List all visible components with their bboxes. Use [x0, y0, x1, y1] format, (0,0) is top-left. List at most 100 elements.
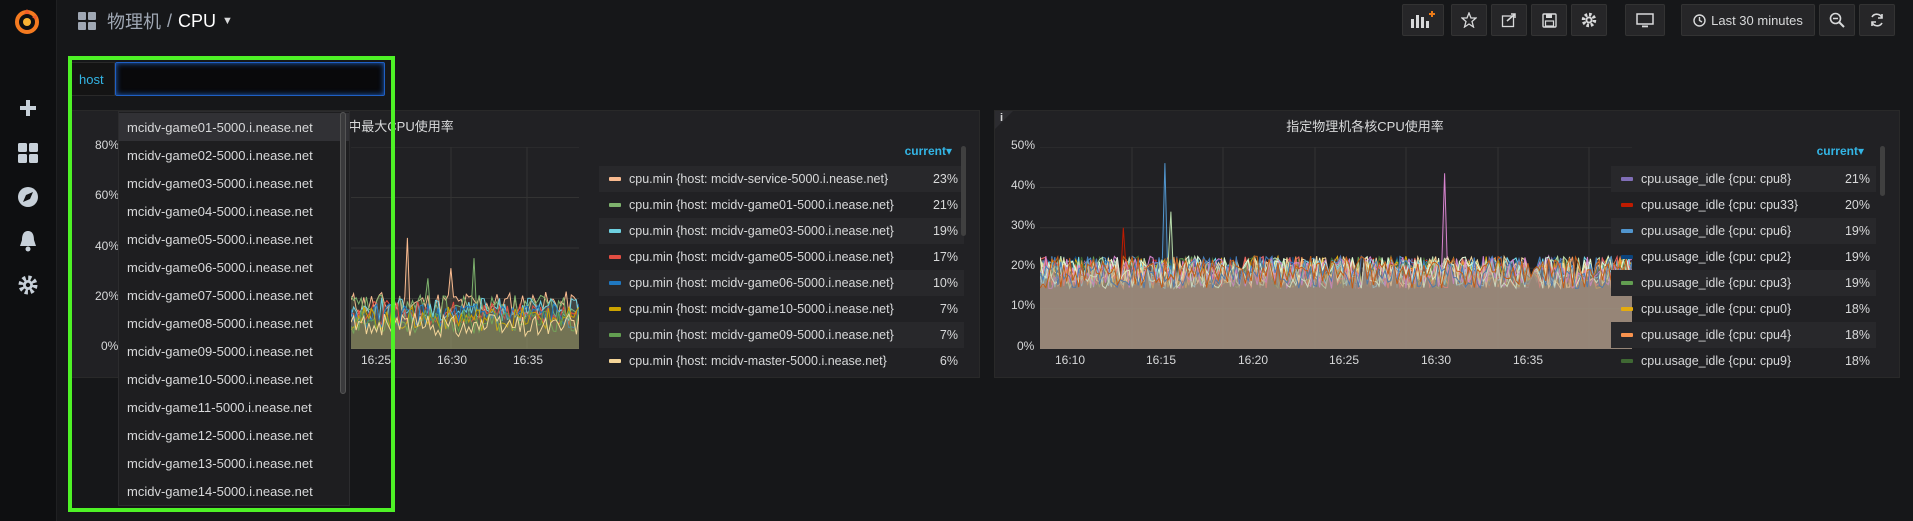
- settings-button[interactable]: [1571, 4, 1607, 36]
- legend-series[interactable]: cpu.usage_idle {cpu: cpu0} 18%: [1611, 296, 1876, 322]
- series-color-swatch[interactable]: [1621, 203, 1633, 207]
- series-current-value: 21%: [932, 198, 958, 212]
- series-name: cpu.usage_idle {cpu: cpu6}: [1641, 224, 1792, 238]
- legend-scrollbar[interactable]: [961, 146, 966, 236]
- series-current-value: 19%: [1844, 250, 1870, 264]
- legend-current-header[interactable]: current▾: [1611, 144, 1876, 166]
- bell-alert-icon[interactable]: [14, 227, 42, 255]
- series-current-value: 19%: [1844, 224, 1870, 238]
- series-current-value: 18%: [1844, 328, 1870, 342]
- series-color-swatch[interactable]: [609, 177, 621, 181]
- series-color-swatch[interactable]: [609, 255, 621, 259]
- panel-cpu-per-core: i 指定物理机各核CPU使用率 50% 40% 30% 20% 10% 0% 1…: [994, 110, 1900, 378]
- series-current-value: 18%: [1844, 354, 1870, 368]
- chevron-down-icon[interactable]: ▼: [222, 15, 233, 27]
- zoom-out-button[interactable]: [1819, 4, 1855, 36]
- series-name: cpu.min {host: mcidv-master-5000.i.nease…: [629, 354, 887, 368]
- series-name: cpu.min {host: mcidv-game09-5000.i.nease…: [629, 328, 894, 342]
- legend-series[interactable]: cpu.min {host: mcidv-game03-5000.i.nease…: [599, 218, 964, 244]
- add-panel-icon: [1411, 11, 1435, 28]
- series-current-value: 18%: [1844, 302, 1870, 316]
- save-icon: [1541, 12, 1557, 28]
- series-color-swatch[interactable]: [1621, 307, 1633, 311]
- series-current-value: 6%: [939, 354, 958, 368]
- series-current-value: 7%: [939, 328, 958, 342]
- series-current-value: 19%: [1844, 276, 1870, 290]
- legend-series[interactable]: cpu.usage_idle {cpu: cpu3} 19%: [1611, 270, 1876, 296]
- legend-series[interactable]: cpu.min {host: mcidv-game09-5000.i.nease…: [599, 322, 964, 348]
- sidebar: [0, 0, 57, 521]
- legend-series[interactable]: cpu.min {host: mcidv-game10-5000.i.nease…: [599, 296, 964, 322]
- series-name: cpu.usage_idle {cpu: cpu4}: [1641, 328, 1792, 342]
- series-current-value: 21%: [1844, 172, 1870, 186]
- legend-series[interactable]: cpu.usage_idle {cpu: cpu8} 21%: [1611, 166, 1876, 192]
- refresh-button[interactable]: [1859, 4, 1895, 36]
- series-color-swatch[interactable]: [1621, 281, 1633, 285]
- dashboards-icon[interactable]: [14, 139, 42, 167]
- legend-series[interactable]: cpu.min {host: mcidv-game05-5000.i.nease…: [599, 244, 964, 270]
- legend-current-header[interactable]: current▾: [599, 144, 964, 166]
- series-color-swatch[interactable]: [1621, 229, 1633, 233]
- series-color-swatch[interactable]: [609, 229, 621, 233]
- x-tick: 16:15: [1146, 353, 1177, 367]
- monitor-icon: [1636, 12, 1654, 27]
- y-tick: 40%: [1011, 178, 1036, 192]
- series-name: cpu.min {host: mcidv-game01-5000.i.nease…: [629, 198, 894, 212]
- share-button[interactable]: [1491, 4, 1527, 36]
- x-tick: 16:35: [1513, 353, 1544, 367]
- star-icon: [1461, 12, 1477, 28]
- legend-series[interactable]: cpu.min {host: mcidv-game06-5000.i.nease…: [599, 270, 964, 296]
- y-tick: 50%: [1011, 138, 1036, 152]
- grafana-logo-icon[interactable]: [12, 6, 42, 36]
- legend-series[interactable]: cpu.min {host: mcidv-service-5000.i.neas…: [599, 166, 964, 192]
- breadcrumb-separator: /: [167, 10, 173, 31]
- refresh-icon: [1871, 13, 1883, 27]
- breadcrumb-folder[interactable]: 物理机: [107, 8, 161, 34]
- graph-legend: current▾ cpu.usage_idle {cpu: cpu8} 21% cp…: [1611, 144, 1876, 374]
- legend-series[interactable]: cpu.usage_idle {cpu: cpu4} 18%: [1611, 322, 1876, 348]
- series-color-swatch[interactable]: [609, 203, 621, 207]
- series-name: cpu.usage_idle {cpu: cpu9}: [1641, 354, 1792, 368]
- series-color-swatch[interactable]: [609, 281, 621, 285]
- share-icon: [1501, 13, 1516, 28]
- explore-compass-icon[interactable]: [14, 183, 42, 211]
- series-name: cpu.min {host: mcidv-game10-5000.i.nease…: [629, 302, 894, 316]
- series-color-swatch[interactable]: [609, 333, 621, 337]
- series-color-swatch[interactable]: [1621, 177, 1633, 181]
- annotation-highlight-box: [68, 56, 395, 512]
- series-name: cpu.usage_idle {cpu: cpu8}: [1641, 172, 1792, 186]
- plus-icon[interactable]: [14, 94, 42, 122]
- legend-series[interactable]: cpu.usage_idle {cpu: cpu33} 20%: [1611, 192, 1876, 218]
- y-tick: 10%: [1011, 298, 1036, 312]
- x-tick: 16:35: [513, 353, 544, 367]
- top-navbar: 物理机 / CPU ▼ Last 30 minutes: [57, 0, 1913, 40]
- series-current-value: 17%: [932, 250, 958, 264]
- time-range-picker[interactable]: Last 30 minutes: [1681, 4, 1815, 36]
- series-current-value: 23%: [932, 172, 958, 186]
- legend-scrollbar[interactable]: [1880, 146, 1885, 196]
- legend-series[interactable]: cpu.usage_idle {cpu: cpu6} 19%: [1611, 218, 1876, 244]
- x-tick: 16:10: [1055, 353, 1086, 367]
- graph-plot-area[interactable]: [1040, 147, 1632, 349]
- legend-series[interactable]: cpu.usage_idle {cpu: cpu9} 18%: [1611, 348, 1876, 374]
- legend-series[interactable]: cpu.min {host: mcidv-game01-5000.i.nease…: [599, 192, 964, 218]
- series-color-swatch[interactable]: [1621, 333, 1633, 337]
- save-button[interactable]: [1531, 4, 1567, 36]
- series-color-swatch[interactable]: [1621, 359, 1633, 363]
- panel-title[interactable]: 指定物理机各核CPU使用率: [995, 116, 1735, 135]
- dashboard-title[interactable]: CPU: [178, 11, 216, 32]
- legend-series[interactable]: cpu.usage_idle {cpu: cpu2} 19%: [1611, 244, 1876, 270]
- legend-series[interactable]: cpu.min {host: mcidv-master-5000.i.nease…: [599, 348, 964, 374]
- breadcrumb[interactable]: 物理机 / CPU ▼: [77, 8, 233, 34]
- series-color-swatch[interactable]: [609, 359, 621, 363]
- gear-icon[interactable]: [14, 271, 42, 299]
- series-color-swatch[interactable]: [1621, 255, 1633, 259]
- tv-mode-button[interactable]: [1625, 4, 1665, 36]
- series-color-swatch[interactable]: [609, 307, 621, 311]
- star-button[interactable]: [1451, 4, 1487, 36]
- series-name: cpu.min {host: mcidv-game03-5000.i.nease…: [629, 224, 894, 238]
- series-name: cpu.usage_idle {cpu: cpu0}: [1641, 302, 1792, 316]
- x-tick: 16:25: [1329, 353, 1360, 367]
- add-panel-button[interactable]: [1402, 4, 1444, 36]
- series-current-value: 20%: [1844, 198, 1870, 212]
